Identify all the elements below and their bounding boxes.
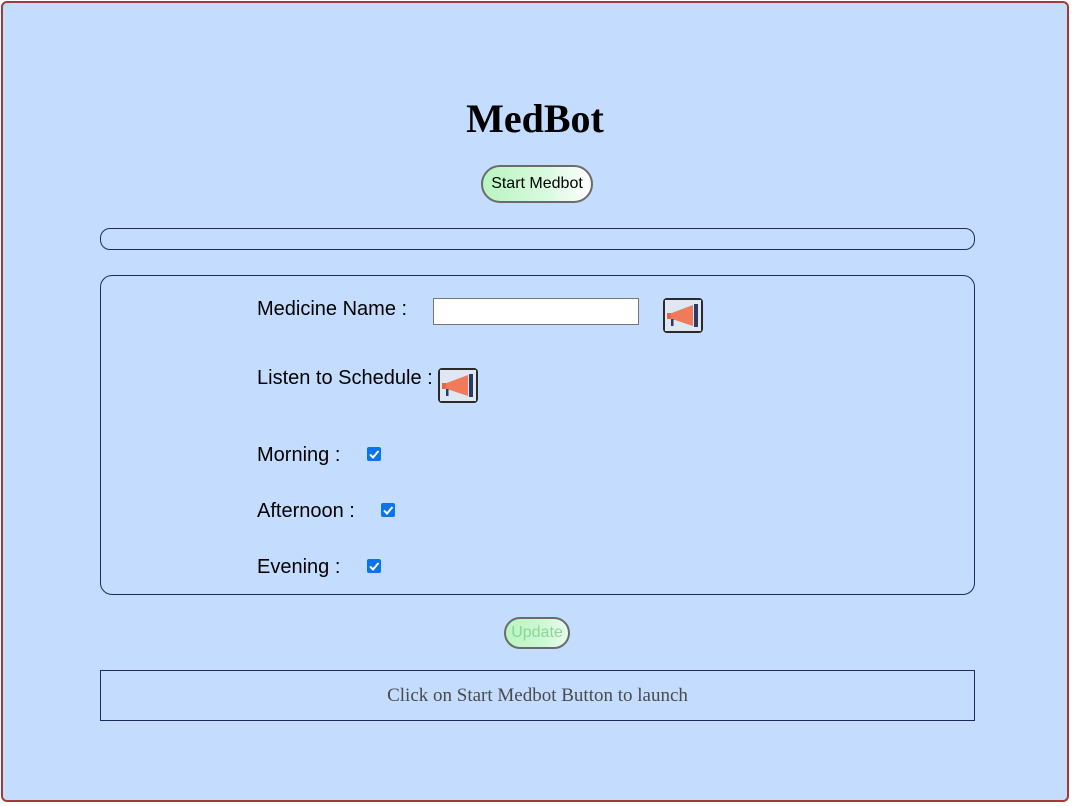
listen-schedule-label: Listen to Schedule : [257,367,433,389]
evening-checkbox[interactable] [367,559,381,573]
speak-medicine-button[interactable] [663,298,703,333]
update-button[interactable]: Update [504,617,570,649]
app-frame: MedBot Start Medbot Medicine Name : List… [1,1,1069,802]
morning-checkbox[interactable] [367,447,381,461]
progress-bar [100,228,975,250]
checkmark-icon [369,562,380,571]
speak-schedule-button[interactable] [438,368,478,403]
medicine-name-input[interactable] [433,298,639,325]
morning-label: Morning : [257,444,341,466]
afternoon-checkbox[interactable] [381,503,395,517]
megaphone-icon [440,370,476,401]
page-title: MedBot [466,96,604,141]
medicine-name-label: Medicine Name : [257,298,408,320]
status-message: Click on Start Medbot Button to launch [100,670,975,721]
checkmark-icon [383,506,394,515]
start-medbot-button[interactable]: Start Medbot [481,165,593,203]
checkmark-icon [369,450,380,459]
evening-label: Evening : [257,556,341,578]
afternoon-label: Afternoon : [257,500,355,522]
megaphone-icon [665,300,701,331]
medicine-form-panel: Medicine Name : Listen to Schedule : Mor… [100,275,975,595]
